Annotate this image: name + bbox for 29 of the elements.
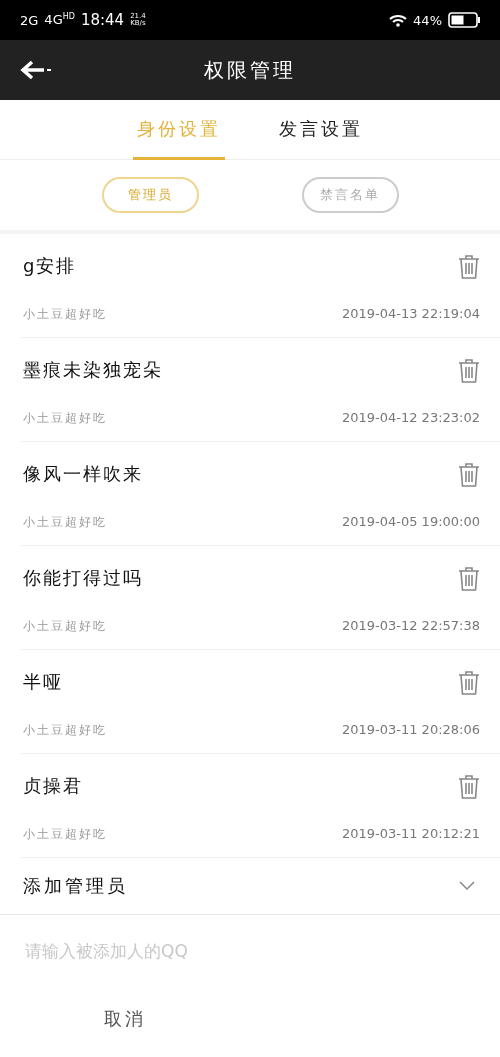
tab[interactable]: 身份设置	[133, 100, 225, 160]
added-time: 2019-04-05 19:00:00	[341, 514, 480, 531]
member-name: 像风一样吹来	[23, 462, 144, 486]
add-admin-title: 添加管理员	[23, 874, 128, 898]
member-name: 墨痕未染独宠朵	[23, 358, 164, 382]
added-time: 2019-04-12 23:23:02	[341, 410, 480, 427]
added-by: 小土豆超好吃	[23, 410, 108, 427]
added-by: 小土豆超好吃	[23, 826, 108, 843]
cancel-button[interactable]: 取消	[80, 999, 170, 1039]
added-by: 小土豆超好吃	[23, 618, 108, 635]
added-time: 2019-03-12 22:57:38	[341, 618, 480, 635]
member-name: 你能打得过吗	[23, 566, 144, 590]
clock-text: 18:44	[80, 11, 125, 29]
member-name: 贞操君	[23, 774, 84, 798]
filter-button[interactable]: 管理员	[101, 177, 199, 213]
tab[interactable]: 发言设置	[275, 100, 367, 160]
added-by: 小土豆超好吃	[23, 306, 108, 323]
network-label: 4G$^{HD}$	[44, 12, 75, 28]
member-name: g安排	[23, 254, 78, 278]
added-time: 2019-04-13 22:19:04	[341, 306, 480, 323]
added-by: 小土豆超好吃	[23, 514, 108, 531]
filter-button[interactable]: 禁言名单	[301, 177, 399, 213]
added-time: 2019-03-11 20:28:06	[341, 722, 480, 739]
member-name: 半哑	[23, 670, 64, 694]
added-by: 小土豆超好吃	[23, 722, 108, 739]
battery-percent: 44%	[413, 12, 442, 28]
network-label: 2G	[20, 12, 39, 28]
added-time: 2019-03-11 20:12:21	[341, 826, 480, 843]
page-title: 权限管理	[204, 56, 296, 84]
